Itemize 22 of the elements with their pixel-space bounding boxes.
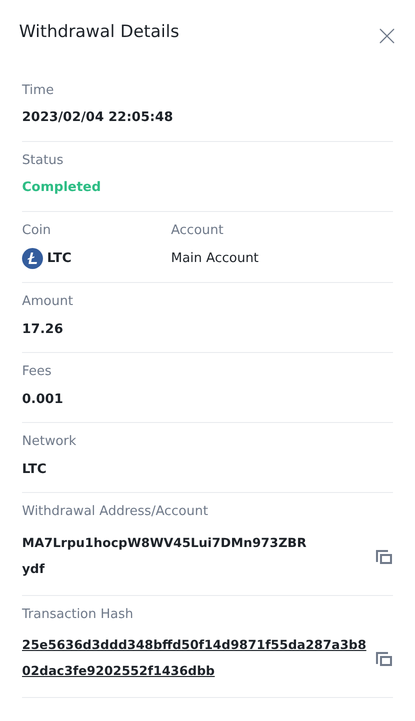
- hash-link[interactable]: 25e5636d3ddd348bffd50f14d9871f55da287a3b8 02dac3fe9202552f1436dbb: [22, 632, 366, 684]
- address-value: MA7Lrpu1hocpW8WV45Lui7DMn973ZBR ydf: [22, 534, 307, 578]
- copy-icon[interactable]: [375, 649, 393, 667]
- field-label: Status: [22, 152, 64, 170]
- field-label: Transaction Hash: [22, 606, 134, 624]
- status-value: Completed: [22, 179, 102, 197]
- coin-value: LTC: [47, 250, 72, 268]
- field-value: Main Account: [171, 250, 260, 268]
- field-value: 2023/02/04 22:05:48: [22, 109, 174, 127]
- panel-title: Withdrawal Details: [19, 21, 180, 44]
- field-label: Coin: [22, 222, 52, 240]
- coin-icon: [22, 248, 43, 269]
- field-label: Account: [171, 222, 224, 240]
- field-value: 0.001: [22, 390, 64, 408]
- field-value: 17.26: [22, 320, 64, 338]
- field-label: Network: [22, 433, 78, 451]
- field-label: Withdrawal Address/Account: [22, 503, 210, 521]
- close-icon[interactable]: [379, 28, 395, 44]
- field-label: Amount: [22, 293, 74, 311]
- field-label: Fees: [22, 363, 53, 381]
- field-value: LTC: [22, 460, 48, 478]
- field-label: Time: [22, 82, 55, 100]
